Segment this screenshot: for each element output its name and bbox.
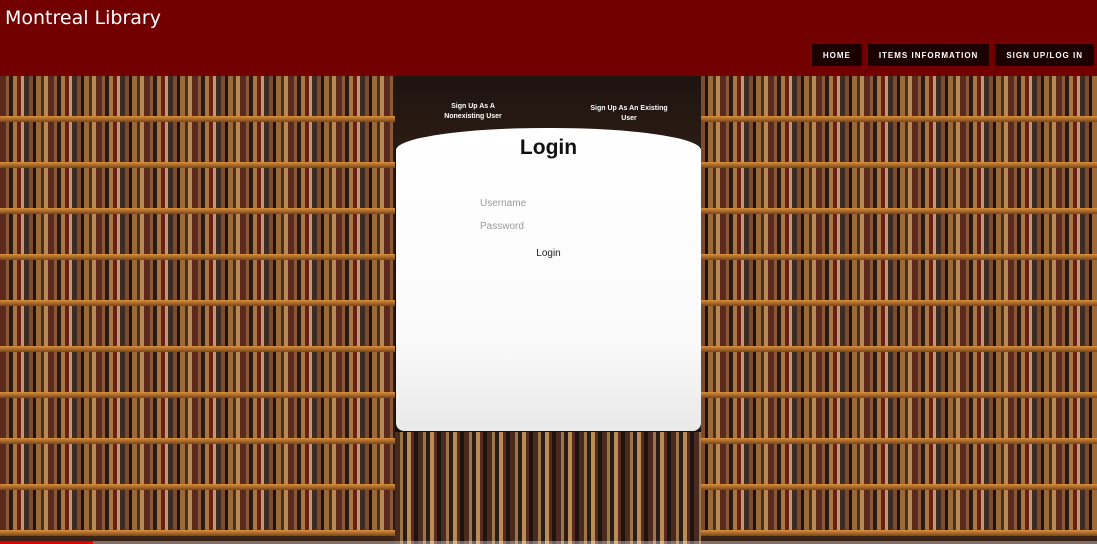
nav-items-information-button[interactable]: ITEMS INFORMATION <box>867 44 990 66</box>
bookshelf-lower <box>395 432 701 544</box>
site-header: Montreal Library HOME ITEMS INFORMATION … <box>0 0 1097 76</box>
tab-new-user[interactable]: Sign Up As A Nonexisting User <box>440 102 506 122</box>
login-title: Login <box>519 136 578 159</box>
site-title: Montreal Library <box>5 7 161 29</box>
main-nav: HOME ITEMS INFORMATION SIGN UP/LOG IN <box>811 44 1094 66</box>
tab-existing-user[interactable]: Sign Up As An Existing User <box>590 104 668 124</box>
login-card: Login Login <box>396 128 701 431</box>
nav-home-button[interactable]: HOME <box>811 44 862 66</box>
username-input[interactable] <box>480 195 620 211</box>
login-button[interactable]: Login <box>396 248 701 259</box>
nav-signup-login-button[interactable]: SIGN UP/LOG IN <box>995 44 1094 66</box>
password-input[interactable] <box>480 218 620 234</box>
